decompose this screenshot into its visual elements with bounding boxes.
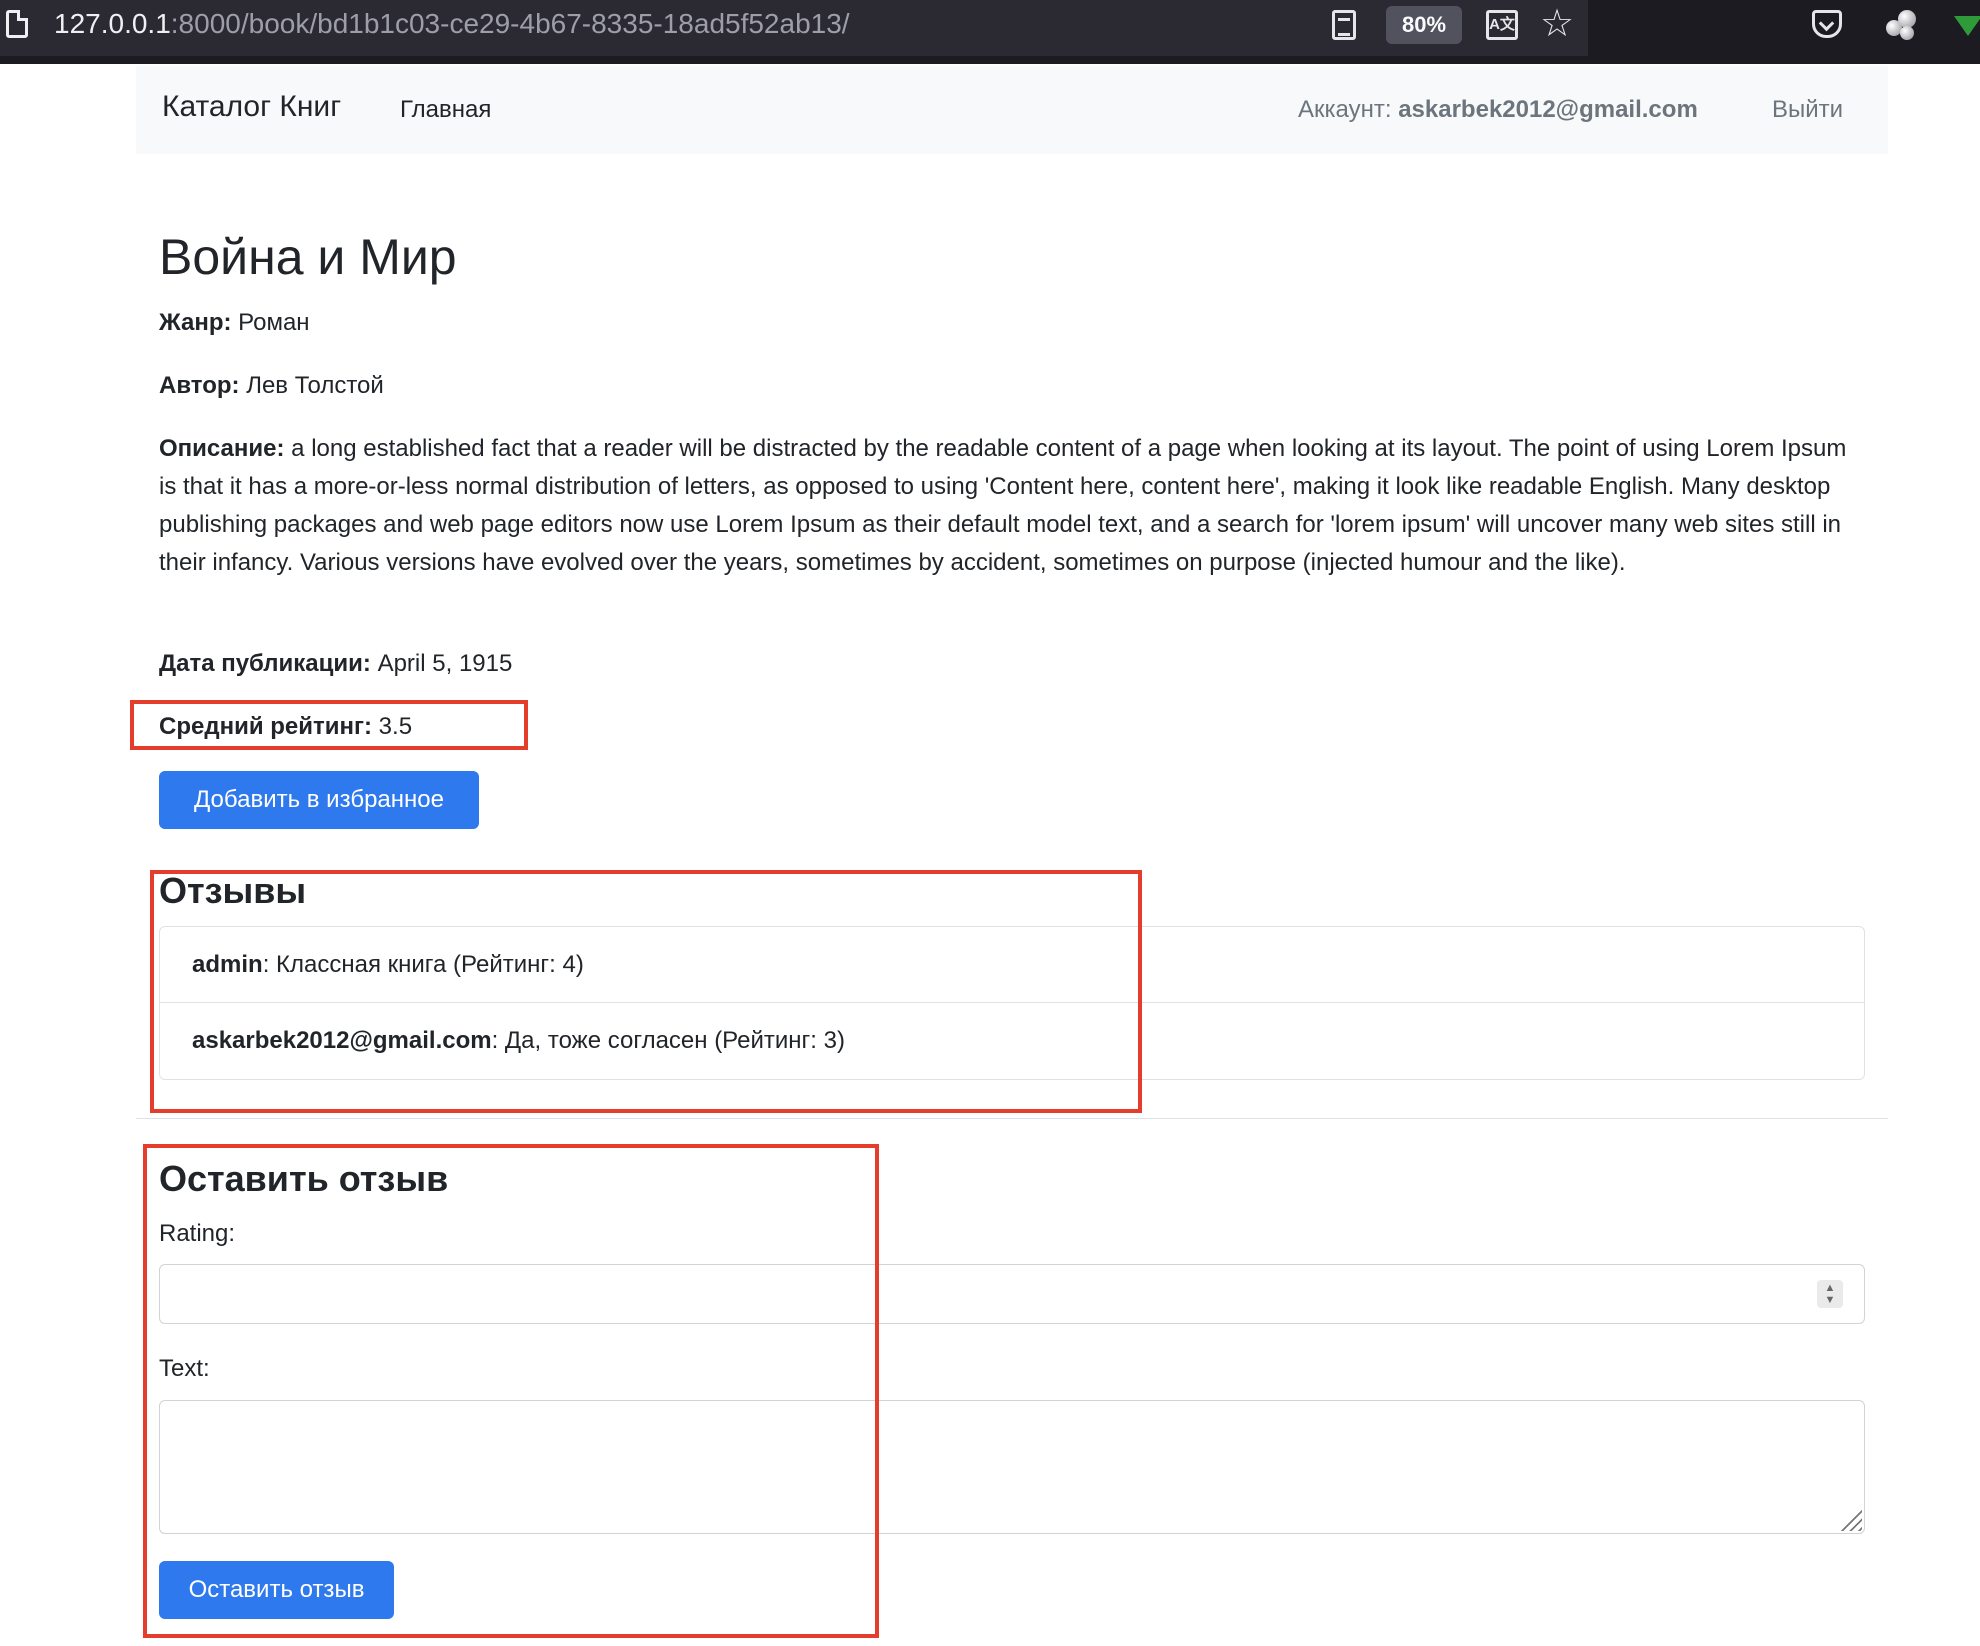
download-arrow-icon[interactable]	[1954, 16, 1980, 36]
resize-grip-icon[interactable]	[1840, 1509, 1862, 1531]
description-text: a long established fact that a reader wi…	[159, 435, 1847, 576]
author-value: Лев Толстой	[246, 372, 384, 399]
account-email: askarbek2012@gmail.com	[1398, 96, 1698, 123]
genre-value: Роман	[238, 309, 310, 336]
pubdate-label: Дата публикации:	[159, 650, 371, 677]
annotation-box-rating	[130, 700, 528, 750]
account-label: Аккаунт:	[1298, 96, 1392, 123]
url-host: 127.0.0.1	[54, 8, 171, 39]
description-label: Описание:	[159, 435, 285, 462]
rating-stepper-icon[interactable]: ▲ ▼	[1817, 1280, 1843, 1308]
pubdate-row: Дата публикации: April 5, 1915	[159, 645, 512, 683]
page-icon	[6, 10, 28, 38]
description-row: Описание: a long established fact that a…	[159, 430, 1859, 582]
book-title: Война и Мир	[159, 229, 457, 285]
genre-row: Жанр: Роман	[159, 304, 310, 342]
add-to-favorites-button[interactable]: Добавить в избранное	[159, 771, 479, 829]
genre-label: Жанр:	[159, 309, 232, 336]
url-path: :8000/book/bd1b1c03-ce29-4b67-8335-18ad5…	[170, 8, 850, 39]
url-text[interactable]: 127.0.0.1:8000/book/bd1b1c03-ce29-4b67-8…	[54, 8, 850, 40]
browser-toolbar: 127.0.0.1:8000/book/bd1b1c03-ce29-4b67-8…	[0, 0, 1980, 64]
pubdate-value: April 5, 1915	[377, 650, 513, 677]
annotation-box-reviews	[150, 870, 1142, 1113]
navbar: Каталог Книг Главная Аккаунт: askarbek20…	[136, 66, 1888, 154]
url-bar[interactable]: 127.0.0.1:8000/book/bd1b1c03-ce29-4b67-8…	[0, 0, 1588, 56]
logout-link[interactable]: Выйти	[1772, 96, 1843, 124]
pocket-icon[interactable]	[1812, 10, 1842, 38]
author-row: Автор: Лев Толстой	[159, 367, 384, 405]
account-info: Аккаунт: askarbek2012@gmail.com	[1298, 96, 1698, 124]
reader-view-icon[interactable]	[1332, 10, 1356, 40]
translate-icon[interactable]: A文	[1486, 10, 1518, 40]
zoom-level-badge[interactable]: 80%	[1386, 6, 1462, 44]
bookmark-star-icon[interactable]: ☆	[1540, 2, 1574, 46]
divider	[136, 1118, 1888, 1119]
annotation-box-form	[143, 1144, 879, 1638]
extension-icon[interactable]	[1884, 8, 1918, 42]
nav-home-link[interactable]: Главная	[400, 96, 491, 124]
brand-link[interactable]: Каталог Книг	[162, 90, 341, 124]
author-label: Автор:	[159, 372, 240, 399]
